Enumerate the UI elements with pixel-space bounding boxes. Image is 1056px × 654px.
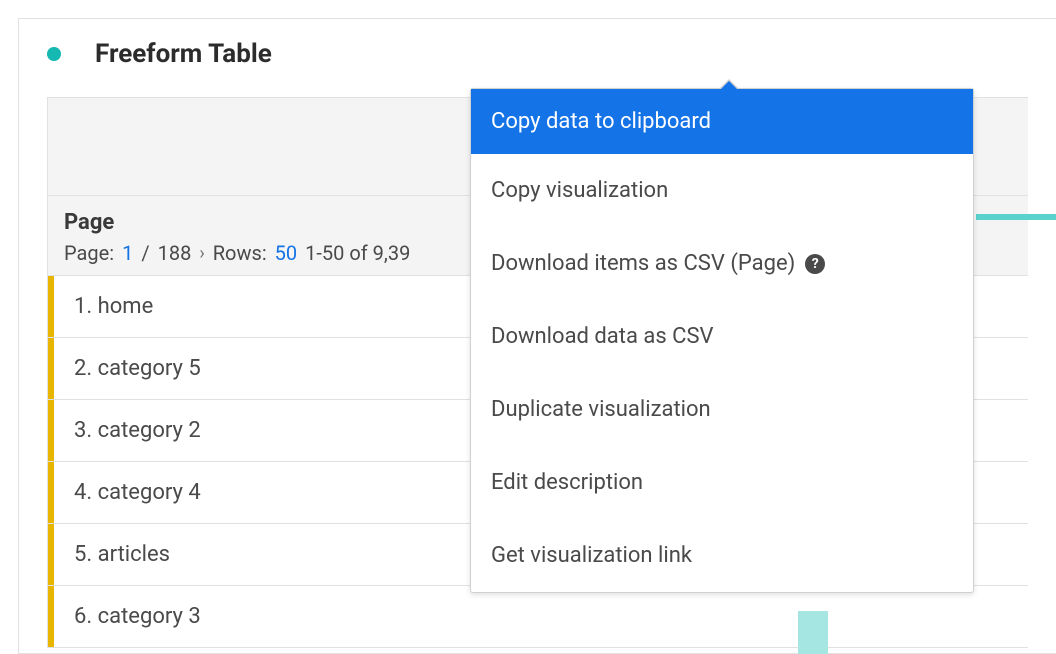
panel-indicator-dot (47, 47, 61, 61)
menu-item-label: Duplicate visualization (491, 397, 711, 422)
row-accent-bar (48, 524, 54, 585)
menu-copy-data[interactable]: Copy data to clipboard (471, 89, 973, 154)
column-accent-strip (976, 214, 1056, 220)
menu-download-data-csv[interactable]: Download data as CSV (471, 300, 973, 373)
menu-item-label: Copy data to clipboard (491, 109, 711, 134)
panel-title: Freeform Table (95, 39, 272, 69)
menu-item-label: Get visualization link (491, 543, 692, 568)
page-next-icon[interactable]: › (199, 243, 204, 264)
help-icon[interactable]: ? (805, 254, 825, 274)
context-menu: Copy data to clipboard Copy visualizatio… (470, 88, 974, 593)
row-label: 6. category 3 (74, 604, 201, 629)
row-accent-bar (48, 400, 54, 461)
menu-get-link[interactable]: Get visualization link (471, 519, 973, 592)
menu-edit-description[interactable]: Edit description (471, 446, 973, 519)
table-row[interactable]: 6. category 3 (48, 586, 1028, 647)
page-current[interactable]: 1 (122, 241, 133, 265)
panel-header: Freeform Table (19, 19, 1056, 97)
menu-item-label: Download items as CSV (Page) (491, 251, 795, 276)
page-label: Page: (64, 241, 114, 265)
menu-item-label: Edit description (491, 470, 643, 495)
page-total: 188 (158, 241, 192, 265)
rows-label: Rows: (213, 241, 267, 265)
page-separator: / (141, 241, 149, 265)
row-label: 4. category 4 (74, 480, 201, 505)
row-accent-bar (48, 338, 54, 399)
menu-item-label: Download data as CSV (491, 324, 714, 349)
menu-item-label: Copy visualization (491, 178, 668, 203)
row-label: 3. category 2 (74, 418, 201, 443)
row-accent-bar (48, 586, 54, 647)
row-label: 1. home (74, 294, 153, 319)
range-text: 1-50 of 9,39 (305, 241, 410, 265)
row-label: 2. category 5 (74, 356, 201, 381)
rows-value[interactable]: 50 (275, 241, 297, 265)
menu-download-items-csv[interactable]: Download items as CSV (Page)? (471, 227, 973, 300)
row-label: 5. articles (74, 542, 170, 567)
menu-duplicate-visualization[interactable]: Duplicate visualization (471, 373, 973, 446)
row-accent-bar (48, 276, 54, 337)
data-bar (798, 611, 828, 654)
row-accent-bar (48, 462, 54, 523)
menu-copy-visualization[interactable]: Copy visualization (471, 154, 973, 227)
